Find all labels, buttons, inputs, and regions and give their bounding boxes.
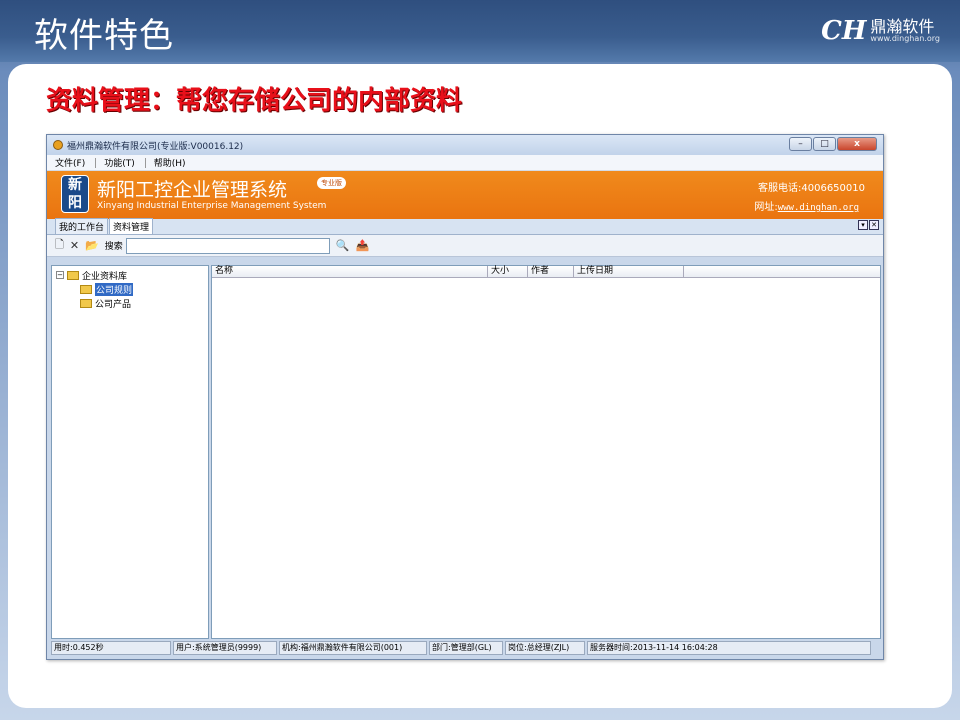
folder-icon: [80, 284, 92, 294]
main-area: − 企业资料库 公司规则 公司产品 名称 大小 作者 上传日期: [51, 265, 881, 639]
delete-icon[interactable]: ✕: [70, 239, 79, 252]
menu-separator: [95, 157, 97, 168]
export-icon[interactable]: 📤: [356, 239, 370, 252]
status-server-time: 服务器时间:2013-11-14 16:04:28: [587, 641, 871, 655]
tree-item-label: 公司产品: [95, 299, 132, 310]
find-icon[interactable]: 🔍: [336, 239, 350, 252]
status-department: 部门:管理部(GL): [429, 641, 503, 655]
new-file-icon[interactable]: 🗋: [55, 236, 64, 255]
status-elapsed: 用时:0.452秒: [51, 641, 171, 655]
window-title: 福州鼎瀚软件有限公司(专业版:V00016.12): [67, 141, 244, 152]
status-org: 机构:福州鼎瀚软件有限公司(001): [279, 641, 427, 655]
brand-mark: CH: [821, 16, 867, 46]
column-size[interactable]: 大小: [488, 266, 528, 277]
banner-subtitle: Xinyang Industrial Enterprise Management…: [97, 201, 327, 211]
open-folder-icon[interactable]: 📂: [85, 239, 99, 252]
brand-logo: CH 鼎瀚软件 www.dinghan.org: [821, 16, 940, 46]
toolbar: 🗋 ✕ 📂 搜索 🔍 📤: [47, 235, 883, 257]
tabbar: 我的工作台 资料管理 ▾ ✕: [47, 218, 883, 235]
maximize-button[interactable]: □: [813, 137, 836, 151]
app-icon: [53, 140, 63, 150]
search-input[interactable]: [125, 237, 330, 254]
tree-item-label: 公司规则: [95, 282, 134, 296]
tree-item-rules[interactable]: 公司规则: [56, 282, 204, 296]
slide-title: 软件特色: [34, 16, 174, 56]
banner-title: 新阳工控企业管理系统: [97, 179, 288, 201]
status-position: 岗位:总经理(ZJL): [505, 641, 585, 655]
minimize-button[interactable]: –: [789, 137, 812, 151]
tab-close-icon[interactable]: ✕: [869, 220, 879, 230]
tab-workbench[interactable]: 我的工作台: [55, 218, 109, 234]
tree-root-label: 企业资料库: [82, 271, 128, 282]
app-banner: 新阳 新阳工控企业管理系统 专业版 Xinyang Industrial Ent…: [47, 171, 883, 219]
column-name[interactable]: 名称: [212, 266, 488, 277]
menu-function[interactable]: 功能(T): [104, 156, 135, 169]
close-button[interactable]: x: [837, 137, 877, 151]
brand-name: 鼎瀚软件: [870, 16, 935, 36]
statusbar: 用时:0.452秒 用户:系统管理员(9999) 机构:福州鼎瀚软件有限公司(0…: [51, 641, 881, 655]
website-label: 网址:: [754, 202, 778, 213]
column-author[interactable]: 作者: [528, 266, 574, 277]
folder-icon: [67, 270, 79, 280]
tab-menu-icon[interactable]: ▾: [858, 220, 868, 230]
menu-file[interactable]: 文件(F): [55, 156, 85, 169]
headline: 资料管理：帮您存储公司的内部资料: [46, 86, 463, 116]
titlebar[interactable]: 福州鼎瀚软件有限公司(专业版:V00016.12) – □ x: [47, 135, 883, 155]
status-user: 用户:系统管理员(9999): [173, 641, 277, 655]
app-window: 福州鼎瀚软件有限公司(专业版:V00016.12) – □ x 文件(F) 功能…: [46, 134, 884, 660]
tab-document-management[interactable]: 资料管理: [109, 218, 154, 234]
website-link[interactable]: www.dinghan.org: [778, 203, 859, 213]
banner-logo: 新阳: [61, 175, 89, 213]
support-phone: 客服电话:4006650010: [758, 183, 865, 194]
tree-root[interactable]: − 企业资料库: [56, 268, 204, 282]
edition-badge: 专业版: [317, 177, 346, 189]
list-header: 名称 大小 作者 上传日期: [212, 266, 880, 278]
folder-tree: − 企业资料库 公司规则 公司产品: [51, 265, 209, 639]
tree-item-products[interactable]: 公司产品: [56, 296, 204, 310]
file-list[interactable]: 名称 大小 作者 上传日期: [211, 265, 881, 639]
brand-url: www.dinghan.org: [870, 34, 940, 44]
menu-help[interactable]: 帮助(H): [154, 156, 186, 169]
column-upload-date[interactable]: 上传日期: [574, 266, 684, 277]
collapse-icon[interactable]: −: [56, 271, 64, 279]
menubar: 文件(F) 功能(T) 帮助(H): [47, 155, 883, 171]
menu-separator: [144, 157, 146, 168]
search-label: 搜索: [104, 242, 123, 252]
website: 网址:www.dinghan.org: [754, 198, 859, 213]
slide-header: 软件特色 CH 鼎瀚软件 www.dinghan.org: [0, 0, 960, 62]
folder-icon: [80, 298, 92, 308]
